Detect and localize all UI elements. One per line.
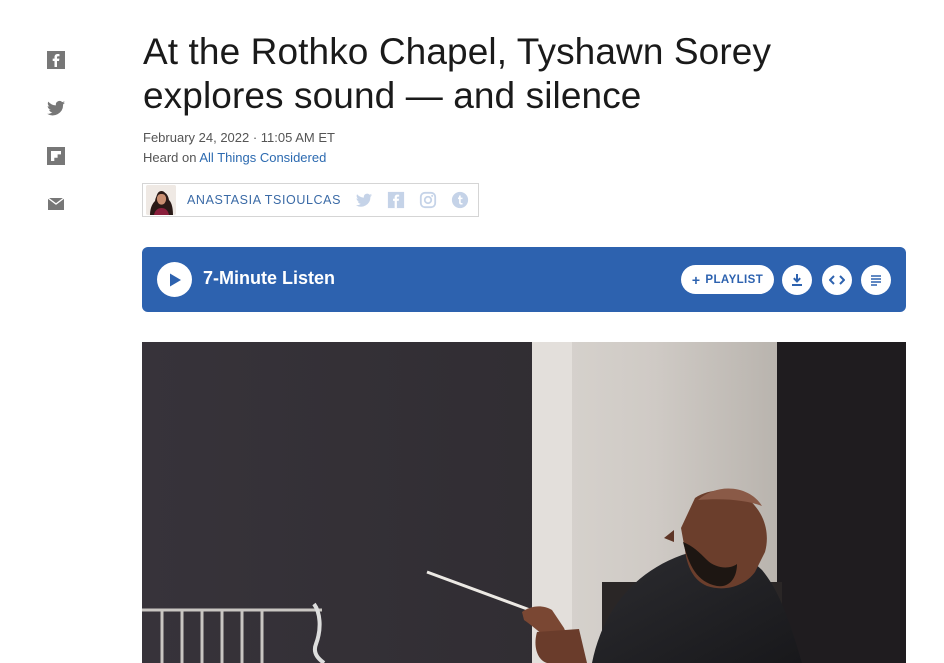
program-link[interactable]: All Things Considered	[199, 150, 326, 165]
article-photo[interactable]	[142, 342, 906, 663]
twitter-icon[interactable]	[355, 191, 373, 209]
headline: At the Rothko Chapel, Tyshawn Sorey expl…	[143, 31, 772, 116]
flipboard-icon[interactable]	[46, 146, 66, 166]
facebook-icon[interactable]	[46, 50, 66, 70]
plus-icon: +	[691, 271, 701, 288]
download-button[interactable]	[782, 265, 812, 295]
heard-on-prefix: Heard on	[143, 150, 200, 165]
author-avatar[interactable]	[146, 185, 176, 215]
transcript-button[interactable]	[861, 265, 891, 295]
embed-icon	[829, 275, 845, 285]
audio-player: 7-Minute Listen + PLAYLIST	[142, 247, 906, 312]
play-button[interactable]	[157, 262, 192, 297]
transcript-icon	[871, 275, 881, 286]
listen-duration-label: 7-Minute Listen	[203, 268, 336, 288]
tumblr-icon[interactable]	[451, 191, 469, 209]
twitter-icon[interactable]	[46, 98, 66, 118]
play-icon	[169, 273, 181, 286]
author-name[interactable]: ANASTASIA TSIOULCAS	[187, 193, 341, 207]
instagram-icon[interactable]	[419, 191, 437, 209]
add-to-playlist-button[interactable]: + PLAYLIST	[681, 265, 774, 294]
download-icon	[792, 274, 802, 286]
dateline: February 24, 2022 · 11:05 AM ET	[143, 130, 335, 145]
email-icon[interactable]	[46, 194, 66, 214]
embed-button[interactable]	[822, 265, 852, 295]
playlist-label: PLAYLIST	[705, 273, 764, 286]
facebook-icon[interactable]	[387, 191, 405, 209]
byline: ANASTASIA TSIOULCAS	[142, 183, 479, 217]
heard-on: Heard on All Things Considered	[143, 150, 326, 165]
share-rail	[46, 50, 68, 242]
